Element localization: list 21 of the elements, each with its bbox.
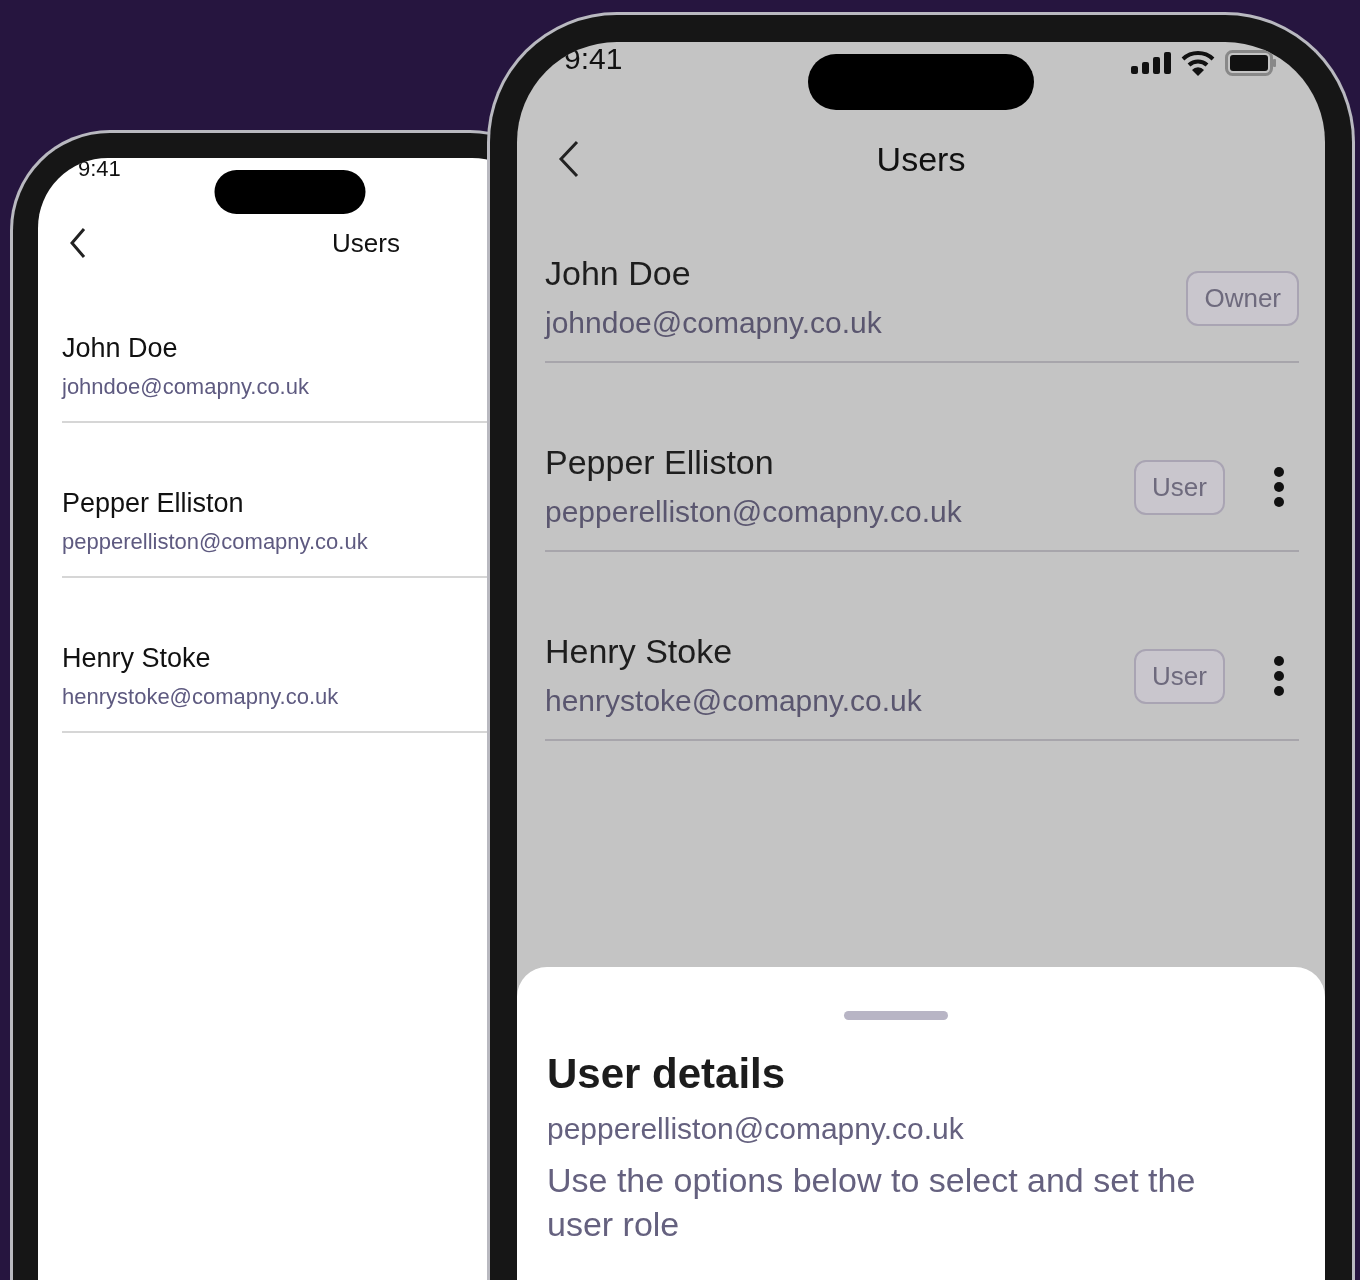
user-name: Henry Stoke xyxy=(545,631,733,672)
sheet-description: Use the options below to select and set the user role xyxy=(547,1160,1197,1245)
user-name: Pepper Elliston xyxy=(62,487,244,519)
user-name: Henry Stoke xyxy=(62,642,211,674)
user-email: henrystoke@comapny.co.uk xyxy=(545,683,922,719)
user-email: johndoe@comapny.co.uk xyxy=(545,305,882,341)
screen-title: Users xyxy=(876,139,966,179)
user-email: pepperelliston@comapny.co.uk xyxy=(545,494,962,530)
user-name: John Doe xyxy=(62,332,178,364)
role-badge: User xyxy=(1134,459,1225,515)
user-name: Pepper Elliston xyxy=(545,442,774,483)
user-name: John Doe xyxy=(545,253,691,294)
role-badge: User xyxy=(1134,648,1225,704)
status-time: 9:41 xyxy=(78,158,121,182)
user-email: johndoe@comapny.co.uk xyxy=(62,373,309,401)
user-email: pepperelliston@comapny.co.uk xyxy=(62,528,368,556)
role-badge: Owner xyxy=(1186,270,1299,326)
screen-title: Users xyxy=(332,227,400,259)
user-email: henrystoke@comapny.co.uk xyxy=(62,683,339,711)
sheet-email: pepperelliston@comapny.co.uk xyxy=(547,1112,964,1146)
sheet-title: User details xyxy=(547,1050,786,1098)
